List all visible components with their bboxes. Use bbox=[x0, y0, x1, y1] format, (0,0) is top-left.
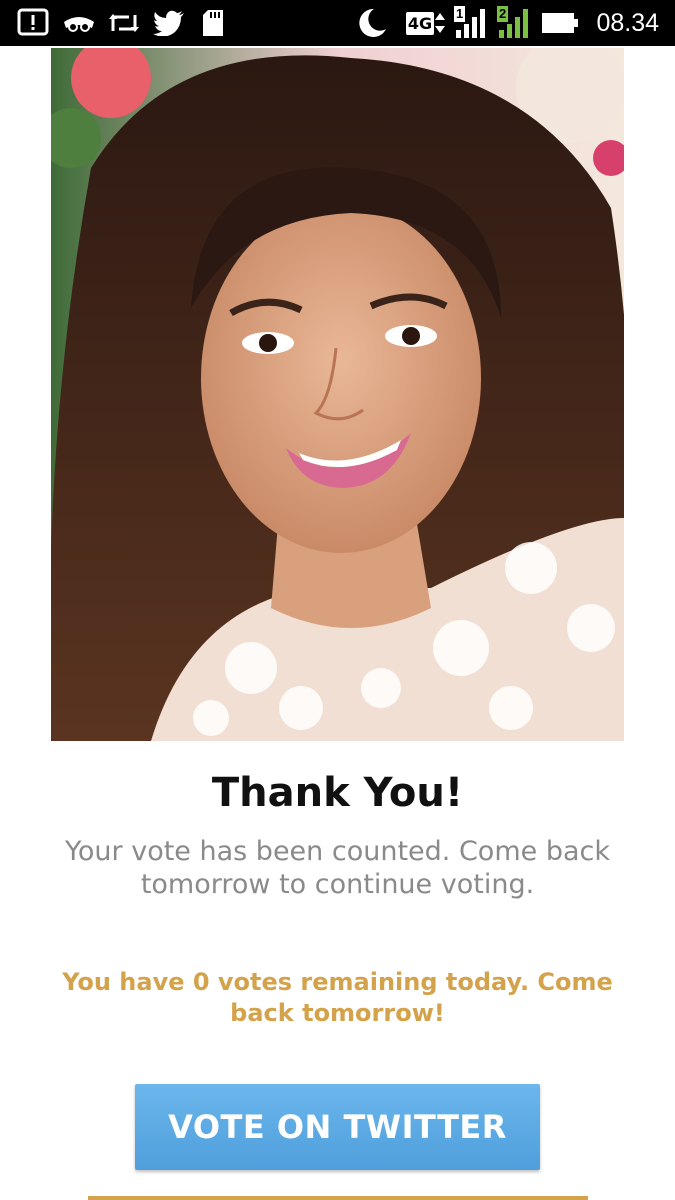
moon-icon bbox=[355, 6, 389, 40]
retweet-icon bbox=[107, 6, 141, 40]
sd-card-icon bbox=[200, 6, 226, 40]
status-time: 08.34 bbox=[596, 9, 659, 37]
bottom-divider bbox=[88, 1196, 588, 1200]
thank-you-title: Thank You! bbox=[211, 770, 464, 816]
alert-icon bbox=[16, 6, 50, 40]
contestant-portrait bbox=[51, 48, 624, 741]
battery-icon bbox=[540, 6, 580, 40]
vote-counted-message: Your vote has been counted. Come back to… bbox=[65, 836, 610, 900]
vote-on-twitter-button[interactable]: VOTE ON TWITTER bbox=[135, 1084, 540, 1170]
signal-sim1-icon: 1 bbox=[452, 6, 490, 40]
incognito-icon bbox=[62, 6, 96, 40]
twitter-icon bbox=[152, 6, 186, 40]
signal-sim2-icon: 2 bbox=[495, 6, 533, 40]
status-bar: 4G 1 2 08.34 bbox=[0, 0, 675, 46]
network-4g-icon: 4G bbox=[402, 6, 450, 40]
votes-remaining-message: You have 0 votes remaining today. Come b… bbox=[62, 968, 613, 1027]
